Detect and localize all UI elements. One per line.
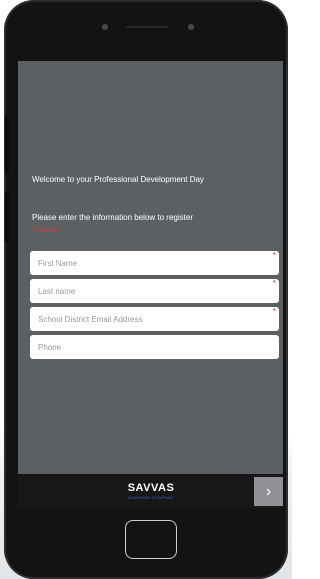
footer-bar: SAVVAS LEARNING COMPANY › xyxy=(18,474,283,509)
required-marker: * xyxy=(272,251,276,260)
first-name-field[interactable]: First Name * xyxy=(30,251,279,275)
phone-frame: Welcome to your Professional Development… xyxy=(4,0,288,579)
email-field[interactable]: School District Email Address * xyxy=(30,307,279,331)
email-placeholder: School District Email Address xyxy=(38,314,143,324)
last-name-field[interactable]: Last name * xyxy=(30,279,279,303)
volume-up-button xyxy=(5,115,9,175)
front-sensor xyxy=(102,24,108,30)
first-name-placeholder: First Name xyxy=(38,258,78,268)
phone-placeholder: Phone xyxy=(38,342,62,352)
phone-screen: Welcome to your Professional Development… xyxy=(18,61,283,509)
register-instructions: Please enter the information below to re… xyxy=(32,213,193,222)
front-camera xyxy=(188,24,194,30)
home-button[interactable] xyxy=(125,520,177,559)
phone-field[interactable]: Phone xyxy=(30,335,279,359)
earpiece-speaker xyxy=(126,26,168,28)
logo-text: SAVVAS xyxy=(127,482,175,494)
logo-subtext: LEARNING COMPANY xyxy=(127,495,175,500)
next-button[interactable]: › xyxy=(254,477,283,506)
welcome-text: Welcome to your Professional Development… xyxy=(32,175,204,184)
savvas-logo: SAVVAS LEARNING COMPANY xyxy=(116,482,186,500)
required-note: * Required xyxy=(32,228,61,234)
last-name-placeholder: Last name xyxy=(38,286,76,296)
volume-down-button xyxy=(5,192,9,242)
chevron-right-icon: › xyxy=(265,482,272,500)
required-marker: * xyxy=(272,279,276,288)
required-marker: * xyxy=(272,307,276,316)
